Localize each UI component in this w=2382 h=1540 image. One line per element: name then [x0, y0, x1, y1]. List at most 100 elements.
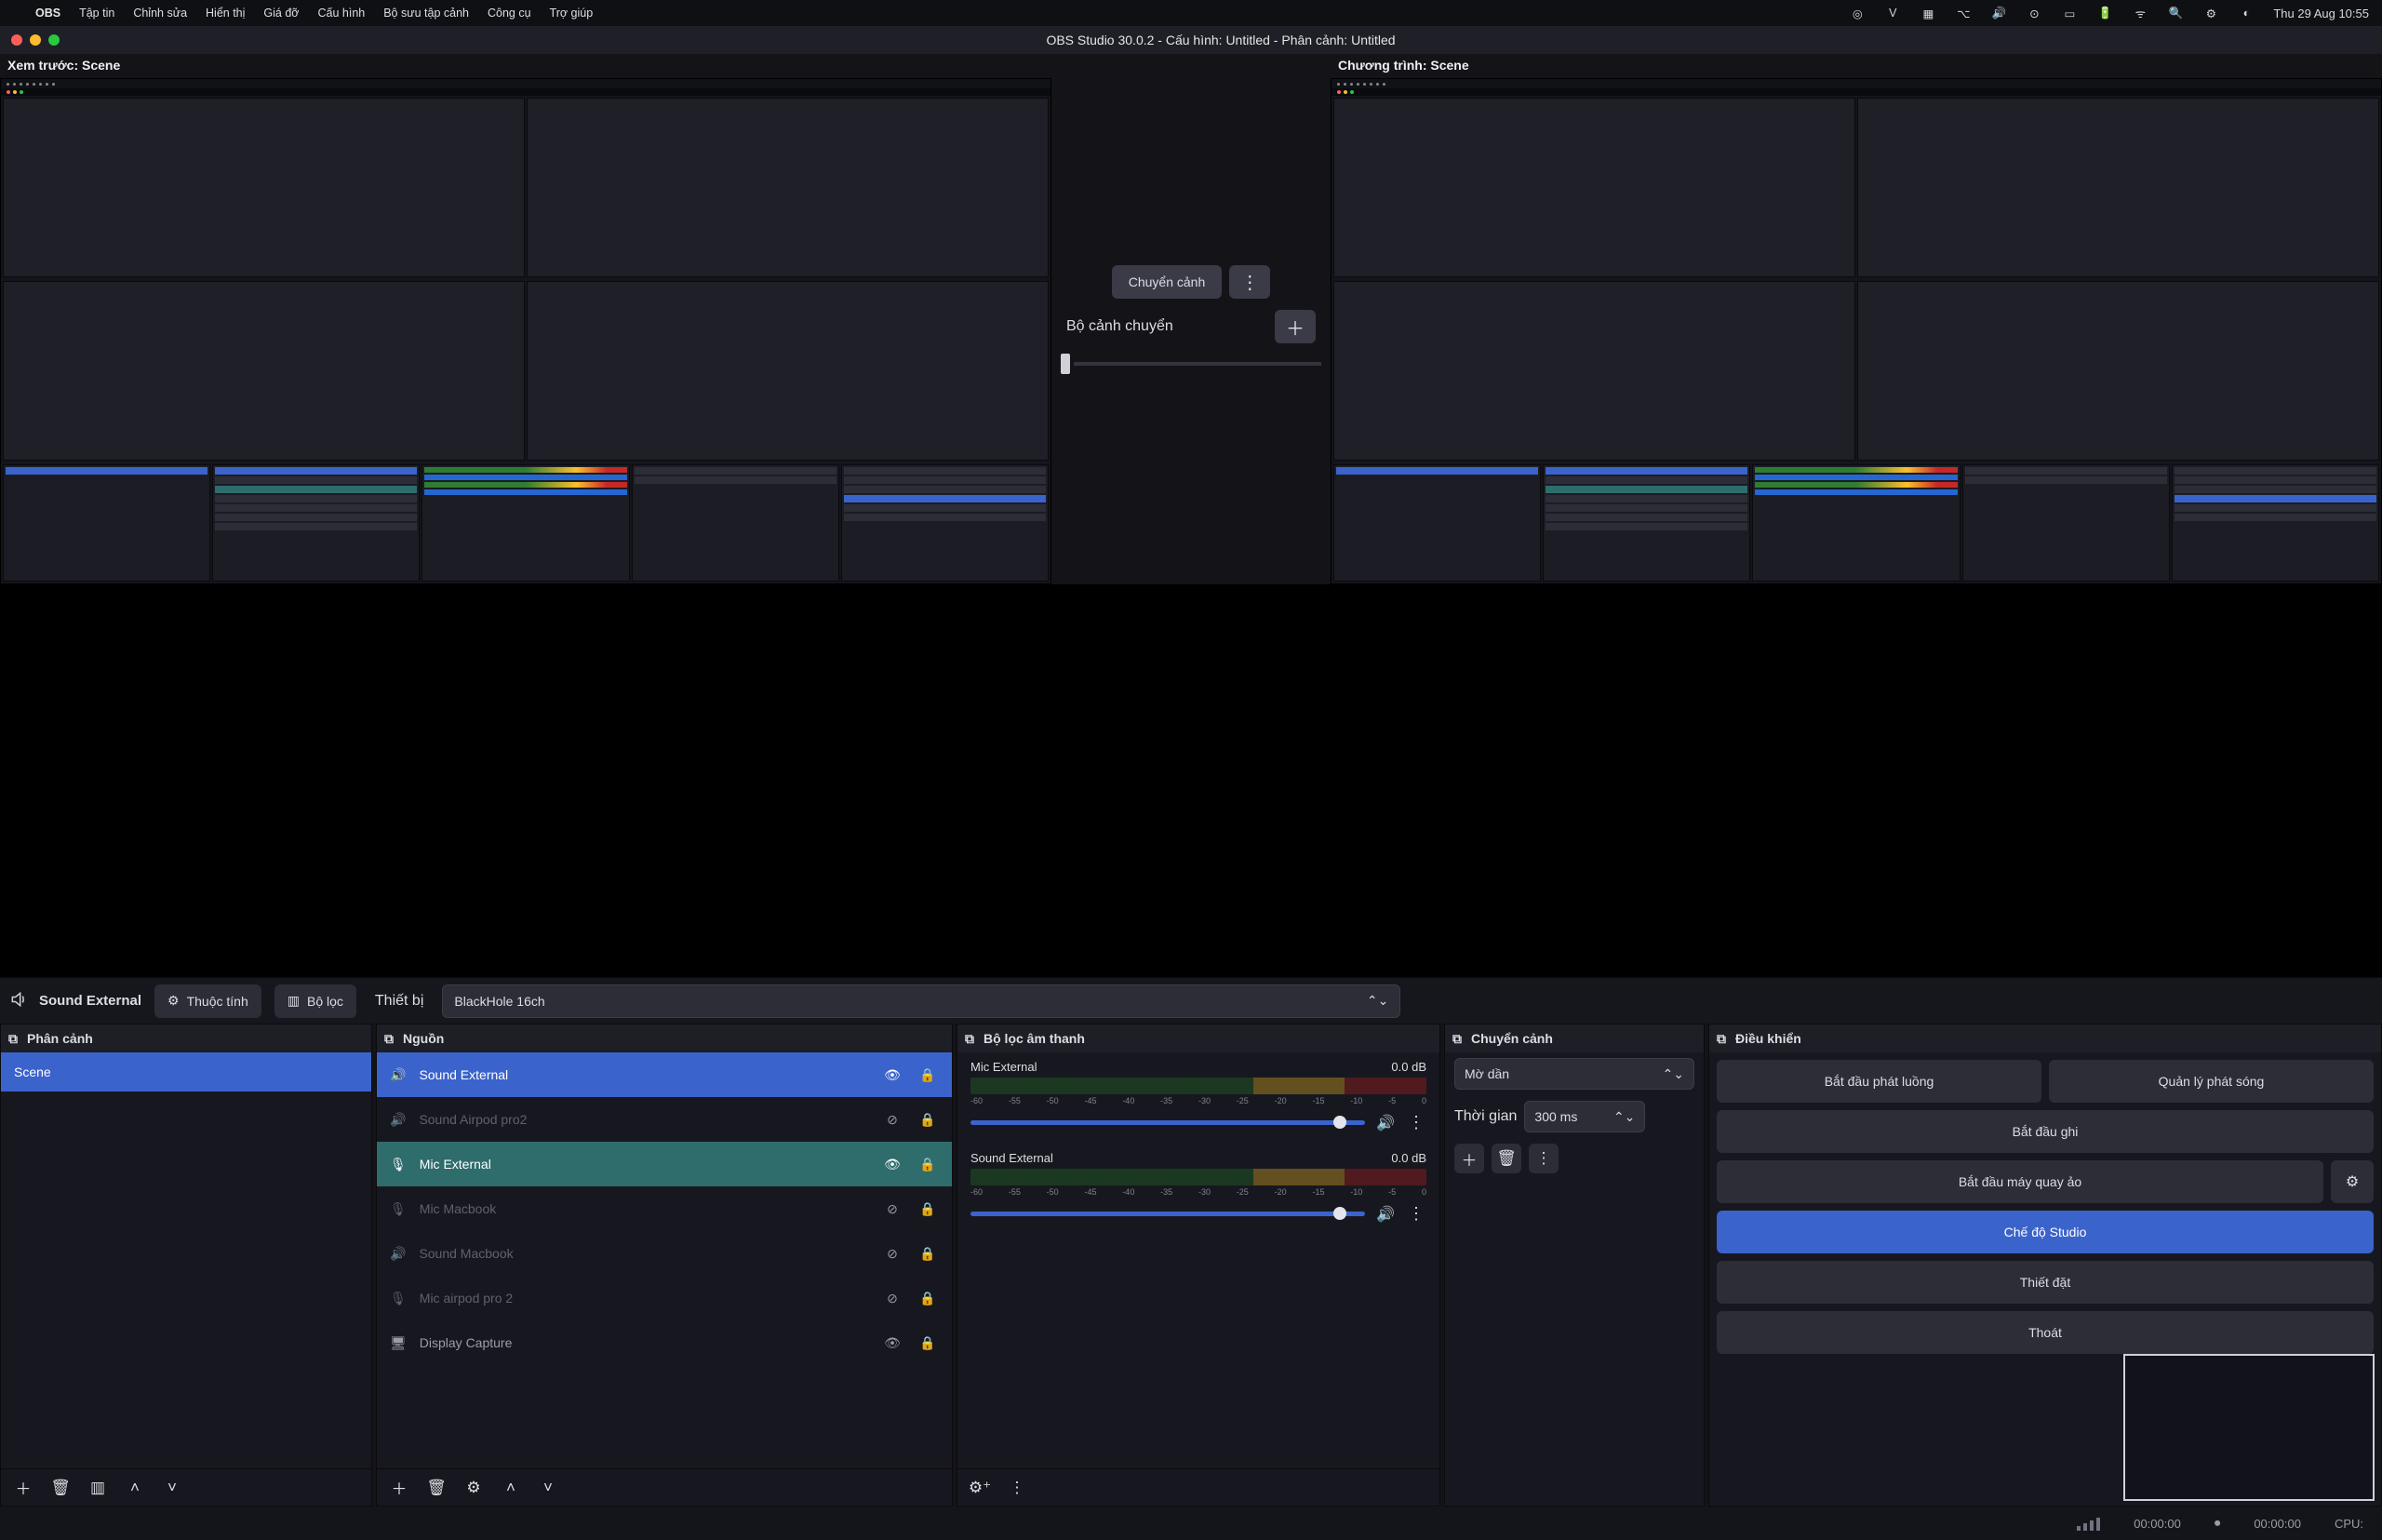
- preview-view[interactable]: [0, 78, 1051, 584]
- remove-transition-button[interactable]: 🗑: [1492, 1144, 1521, 1173]
- eye-icon[interactable]: 👁: [881, 1157, 903, 1172]
- move-scene-down-button[interactable]: ˅: [157, 1473, 187, 1503]
- eye-off-icon[interactable]: ⊘: [881, 1112, 903, 1128]
- dock-popout-icon[interactable]: ⧉: [1717, 1031, 1726, 1047]
- dock-popout-icon[interactable]: ⧉: [1452, 1031, 1462, 1047]
- start-stream-button[interactable]: Bắt đầu phát luồng: [1717, 1060, 2041, 1103]
- lock-icon[interactable]: 🔒: [917, 1112, 939, 1128]
- control-center-icon[interactable]: ⚙: [2202, 5, 2219, 21]
- display-icon[interactable]: ▭: [2061, 5, 2078, 21]
- scene-name: Scene: [14, 1065, 51, 1079]
- bluetooth-icon[interactable]: ⌥: [1955, 5, 1972, 21]
- menu-bo-suu-tap-canh[interactable]: Bộ sưu tập cảnh: [374, 7, 478, 20]
- source-properties-button[interactable]: ⚙: [459, 1473, 488, 1503]
- transition-menu-button[interactable]: ⋮: [1229, 265, 1270, 299]
- mute-button[interactable]: 🔊: [1376, 1114, 1395, 1132]
- properties-button[interactable]: ⚙ Thuộc tính: [154, 984, 261, 1018]
- window-minimize-button[interactable]: [30, 34, 41, 46]
- mute-button[interactable]: 🔊: [1376, 1205, 1395, 1224]
- lock-icon[interactable]: 🔒: [917, 1246, 939, 1262]
- eye-off-icon[interactable]: ⊘: [881, 1246, 903, 1262]
- tray-v-icon[interactable]: V: [1884, 5, 1901, 21]
- duration-label: Thời gian: [1454, 1108, 1517, 1125]
- lock-icon[interactable]: 🔒: [917, 1291, 939, 1306]
- multiview-thumbnail[interactable]: [2123, 1354, 2375, 1501]
- obs-tray-icon[interactable]: ◎: [1849, 5, 1866, 21]
- menubar-clock[interactable]: Thu 29 Aug 10:55: [2273, 7, 2369, 20]
- battery-icon[interactable]: 🔋: [2096, 5, 2113, 21]
- menu-chinh-sua[interactable]: Chỉnh sửa: [124, 7, 196, 20]
- mixer-menu-button[interactable]: ⋮: [1002, 1473, 1032, 1503]
- add-transition-button[interactable]: ＋: [1454, 1144, 1484, 1173]
- source-item[interactable]: 🎙Mic External👁🔒: [377, 1142, 952, 1186]
- program-view[interactable]: [1331, 78, 2382, 584]
- move-scene-up-button[interactable]: ˄: [120, 1473, 150, 1503]
- remove-source-button[interactable]: 🗑: [422, 1473, 451, 1503]
- source-item[interactable]: 🎙Mic airpod pro 2⊘🔒: [377, 1276, 952, 1320]
- add-source-button[interactable]: ＋: [384, 1473, 414, 1503]
- lock-icon[interactable]: 🔒: [917, 1201, 939, 1217]
- move-source-down-button[interactable]: ˅: [533, 1473, 563, 1503]
- wifi-icon[interactable]: ᯤ: [2132, 5, 2148, 21]
- menu-gia-do[interactable]: Giá đỡ: [254, 7, 308, 20]
- program-pane: Chương trình: Scene: [1331, 54, 2382, 584]
- scene-item[interactable]: Scene: [1, 1052, 371, 1091]
- eye-icon[interactable]: 👁: [881, 1067, 903, 1083]
- tbar-slider[interactable]: [1061, 355, 1321, 373]
- channel-menu-button[interactable]: ⋮: [1406, 1113, 1426, 1132]
- scene-filter-button[interactable]: ▥: [83, 1473, 113, 1503]
- lock-icon[interactable]: 🔒: [917, 1067, 939, 1083]
- volume-slider[interactable]: [970, 1120, 1365, 1125]
- studio-transition-column: Chuyển cảnh ⋮ Bộ cảnh chuyển ＋: [1051, 54, 1331, 584]
- siri-icon[interactable]: ◐: [2238, 5, 2255, 21]
- channel-menu-button[interactable]: ⋮: [1406, 1204, 1426, 1224]
- menu-tap-tin[interactable]: Tập tin: [70, 7, 124, 20]
- search-icon[interactable]: 🔍: [2167, 5, 2184, 21]
- menu-hien-thi[interactable]: Hiển thị: [196, 7, 254, 20]
- filters-button[interactable]: ▥ Bộ lọc: [274, 984, 356, 1018]
- tray-grid-icon[interactable]: ▦: [1920, 5, 1936, 21]
- source-name: Sound Airpod pro2: [419, 1112, 868, 1127]
- transition-select[interactable]: Mờ dần ⌃⌄: [1454, 1058, 1694, 1090]
- window-zoom-button[interactable]: [48, 34, 60, 46]
- lock-icon[interactable]: 🔒: [917, 1157, 939, 1172]
- source-item[interactable]: 🎙Mic Macbook⊘🔒: [377, 1186, 952, 1231]
- exit-button[interactable]: Thoát: [1717, 1311, 2374, 1354]
- menu-cong-cu[interactable]: Công cụ: [478, 7, 541, 20]
- advanced-audio-button[interactable]: ⚙⁺: [965, 1473, 995, 1503]
- duration-stepper[interactable]: 300 ms ⌃⌄: [1524, 1101, 1645, 1132]
- start-vcam-button[interactable]: Bắt đầu máy quay ảo: [1717, 1160, 2323, 1203]
- dock-popout-icon[interactable]: ⧉: [384, 1031, 394, 1047]
- transition-properties-button[interactable]: ⋮: [1529, 1144, 1559, 1173]
- mixer-channel: Mic External0.0 dB-60-55-50-45-40-35-30-…: [957, 1052, 1439, 1144]
- app-name[interactable]: OBS: [26, 7, 70, 20]
- dock-popout-icon[interactable]: ⧉: [965, 1031, 974, 1047]
- window-close-button[interactable]: [11, 34, 22, 46]
- move-source-up-button[interactable]: ˄: [496, 1473, 526, 1503]
- studio-mode-button[interactable]: Chế độ Studio: [1717, 1211, 2374, 1253]
- manage-stream-button[interactable]: Quản lý phát sóng: [2049, 1060, 2374, 1103]
- eye-icon[interactable]: 👁: [881, 1335, 903, 1351]
- source-item[interactable]: 🔊Sound External👁🔒: [377, 1052, 952, 1097]
- menu-cau-hinh[interactable]: Cấu hình: [308, 7, 374, 20]
- source-item[interactable]: 🖥Display Capture👁🔒: [377, 1320, 952, 1365]
- add-quick-transition-button[interactable]: ＋: [1275, 310, 1316, 343]
- vcam-settings-button[interactable]: ⚙: [2331, 1160, 2374, 1203]
- dock-popout-icon[interactable]: ⧉: [8, 1031, 18, 1047]
- source-item[interactable]: 🔊Sound Airpod pro2⊘🔒: [377, 1097, 952, 1142]
- start-record-button[interactable]: Bắt đầu ghi: [1717, 1110, 2374, 1153]
- volume-slider[interactable]: [970, 1212, 1365, 1216]
- play-icon[interactable]: ⊙: [2026, 5, 2042, 21]
- eye-off-icon[interactable]: ⊘: [881, 1291, 903, 1306]
- device-select[interactable]: BlackHole 16ch ⌃⌄: [442, 984, 1400, 1018]
- remove-scene-button[interactable]: 🗑: [46, 1473, 75, 1503]
- volume-icon[interactable]: 🔊: [1990, 5, 2007, 21]
- menu-tro-giup[interactable]: Trợ giúp: [541, 7, 603, 20]
- eye-off-icon[interactable]: ⊘: [881, 1201, 903, 1217]
- transition-button[interactable]: Chuyển cảnh: [1112, 265, 1223, 299]
- settings-button[interactable]: Thiết đặt: [1717, 1261, 2374, 1304]
- add-scene-button[interactable]: ＋: [8, 1473, 38, 1503]
- gear-icon: ⚙: [167, 993, 180, 1009]
- lock-icon[interactable]: 🔒: [917, 1335, 939, 1351]
- source-item[interactable]: 🔊Sound Macbook⊘🔒: [377, 1231, 952, 1276]
